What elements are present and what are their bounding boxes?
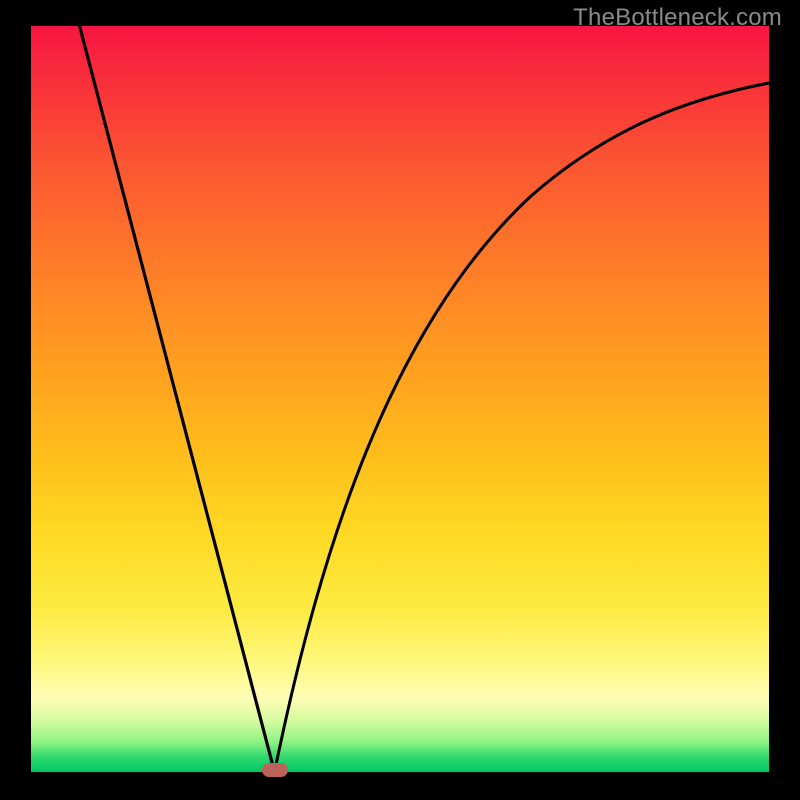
chart-frame: TheBottleneck.com bbox=[0, 0, 800, 800]
watermark-text: TheBottleneck.com bbox=[573, 4, 782, 32]
plot-area bbox=[31, 26, 769, 772]
curve-right-branch bbox=[275, 83, 770, 772]
optimum-marker bbox=[262, 763, 288, 777]
curve-left-branch bbox=[31, 0, 275, 772]
bottleneck-curve bbox=[31, 26, 769, 772]
